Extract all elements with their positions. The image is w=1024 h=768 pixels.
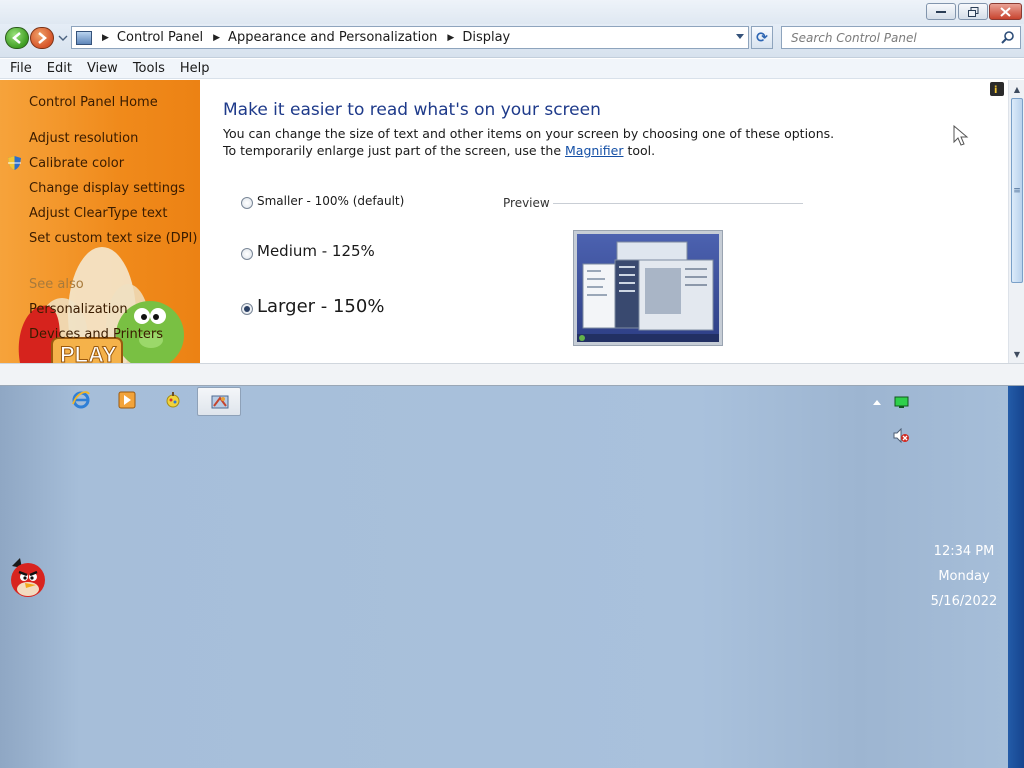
radio-medium[interactable] [241, 248, 253, 260]
breadcrumb-separator-icon[interactable]: ▶ [447, 33, 454, 43]
control-panel-icon [76, 30, 92, 45]
forward-arrow-icon [38, 32, 47, 44]
radio-smaller[interactable] [241, 197, 253, 209]
restore-button[interactable] [958, 3, 988, 20]
clock-day[interactable]: Monday [924, 569, 1004, 584]
personalization-link[interactable]: Personalization [29, 302, 128, 317]
menu-help[interactable]: Help [180, 61, 210, 76]
preview-windows-art [577, 241, 719, 342]
preview-desktop [577, 234, 719, 342]
angry-bird-start-icon[interactable] [6, 556, 50, 598]
menu-edit[interactable]: Edit [47, 61, 72, 76]
taskbar: 12:34 PM Monday 5/16/2022 [0, 386, 1024, 768]
control-panel-window: ▶ Control Panel ▶ Appearance and Persona… [0, 0, 1024, 386]
clock-date[interactable]: 5/16/2022 [924, 594, 1004, 609]
forward-button[interactable] [30, 27, 54, 49]
breadcrumb-control-panel[interactable]: Control Panel [117, 30, 203, 45]
breadcrumb-separator-icon[interactable]: ▶ [213, 33, 220, 43]
back-arrow-icon [12, 32, 21, 44]
breadcrumb-separator-icon[interactable]: ▶ [102, 33, 109, 43]
preview-divider [553, 203, 803, 204]
scroll-up-icon[interactable]: ▲ [1011, 82, 1023, 96]
magnifier-link[interactable]: Magnifier [565, 143, 623, 158]
address-toolbar: ▶ Control Panel ▶ Appearance and Persona… [0, 24, 1024, 58]
devices-and-printers-link[interactable]: Devices and Printers [29, 327, 163, 342]
taskbar-ie-button[interactable] [71, 390, 91, 410]
mouse-cursor-icon [953, 125, 969, 146]
description-suffix: tool. [627, 143, 656, 158]
recent-pages-icon[interactable] [58, 33, 68, 43]
breadcrumb-appearance[interactable]: Appearance and Personalization [228, 30, 437, 45]
status-bar [0, 363, 1024, 385]
description-line-2: To temporarily enlarge just part of the … [223, 143, 655, 158]
option-smaller-label[interactable]: Smaller - 100% (default) [257, 194, 404, 208]
minimize-button[interactable] [926, 3, 956, 20]
paint-icon [166, 392, 180, 408]
grip-icon: ≡ [1013, 185, 1021, 196]
restore-icon [967, 6, 978, 17]
network-icon[interactable] [894, 396, 909, 409]
help-icon[interactable]: i [990, 82, 1004, 96]
svg-text:i: i [994, 85, 997, 96]
search-icon[interactable] [1001, 30, 1015, 44]
control-panel-home-link[interactable]: Control Panel Home [29, 95, 158, 110]
description-line-1: You can change the size of text and othe… [223, 126, 835, 141]
close-icon [1000, 6, 1011, 17]
scrollbar-thumb[interactable]: ≡ [1011, 98, 1023, 283]
search-box[interactable] [781, 26, 1021, 49]
adjust-cleartype-link[interactable]: Adjust ClearType text [29, 206, 167, 221]
volume-muted-icon[interactable] [893, 428, 910, 443]
change-display-settings-link[interactable]: Change display settings [29, 181, 185, 196]
scroll-down-icon[interactable]: ▼ [1011, 347, 1023, 361]
option-larger-label[interactable]: Larger - 150% [257, 296, 384, 317]
custom-text-size-link[interactable]: Set custom text size (DPI) [29, 231, 197, 246]
menu-tools[interactable]: Tools [133, 61, 165, 76]
display-settings-panel: Make it easier to read what's on your sc… [200, 80, 1008, 363]
refresh-button[interactable]: ⟳ [751, 26, 773, 49]
back-button[interactable] [5, 27, 29, 49]
description-prefix: To temporarily enlarge just part of the … [223, 143, 562, 158]
page-title: Make it easier to read what's on your sc… [223, 100, 601, 120]
see-also-heading: See also [29, 277, 84, 292]
address-dropdown-icon[interactable] [736, 34, 744, 39]
vertical-scrollbar[interactable]: ▲ ≡ ▼ [1008, 80, 1024, 363]
title-bar [0, 0, 1024, 24]
desktop-edge [1008, 386, 1024, 768]
preview-label: Preview [503, 196, 550, 210]
taskbar-media-button[interactable] [117, 390, 137, 410]
refresh-icon: ⟳ [756, 29, 768, 46]
taskbar-paint-button[interactable] [163, 390, 183, 410]
preview-image [573, 230, 723, 346]
option-medium-label[interactable]: Medium - 125% [257, 242, 375, 260]
address-field[interactable]: ▶ Control Panel ▶ Appearance and Persona… [71, 26, 749, 49]
search-input[interactable] [782, 27, 992, 48]
menu-view[interactable]: View [87, 61, 118, 76]
show-hidden-icons-icon[interactable] [873, 400, 881, 405]
close-button[interactable] [989, 3, 1022, 20]
internet-explorer-icon [72, 391, 90, 409]
svg-text:PLAY: PLAY [60, 342, 117, 363]
menu-bar: File Edit View Tools Help [0, 59, 1024, 79]
minimize-icon [936, 10, 946, 13]
radio-larger[interactable] [241, 303, 253, 315]
calibrate-color-link[interactable]: Calibrate color [29, 156, 124, 171]
uac-shield-icon [8, 156, 21, 170]
adjust-resolution-link[interactable]: Adjust resolution [29, 131, 138, 146]
angry-birds-theme-art: PLAY [18, 247, 184, 363]
taskbar-control-panel-button[interactable] [197, 387, 241, 416]
control-panel-icon [211, 395, 229, 409]
task-pane: PLAY Control Panel Home Adjust resolutio… [0, 80, 200, 363]
clock-time[interactable]: 12:34 PM [924, 544, 1004, 559]
breadcrumb-display[interactable]: Display [462, 30, 510, 45]
menu-file[interactable]: File [10, 61, 32, 76]
media-player-icon [118, 391, 136, 409]
